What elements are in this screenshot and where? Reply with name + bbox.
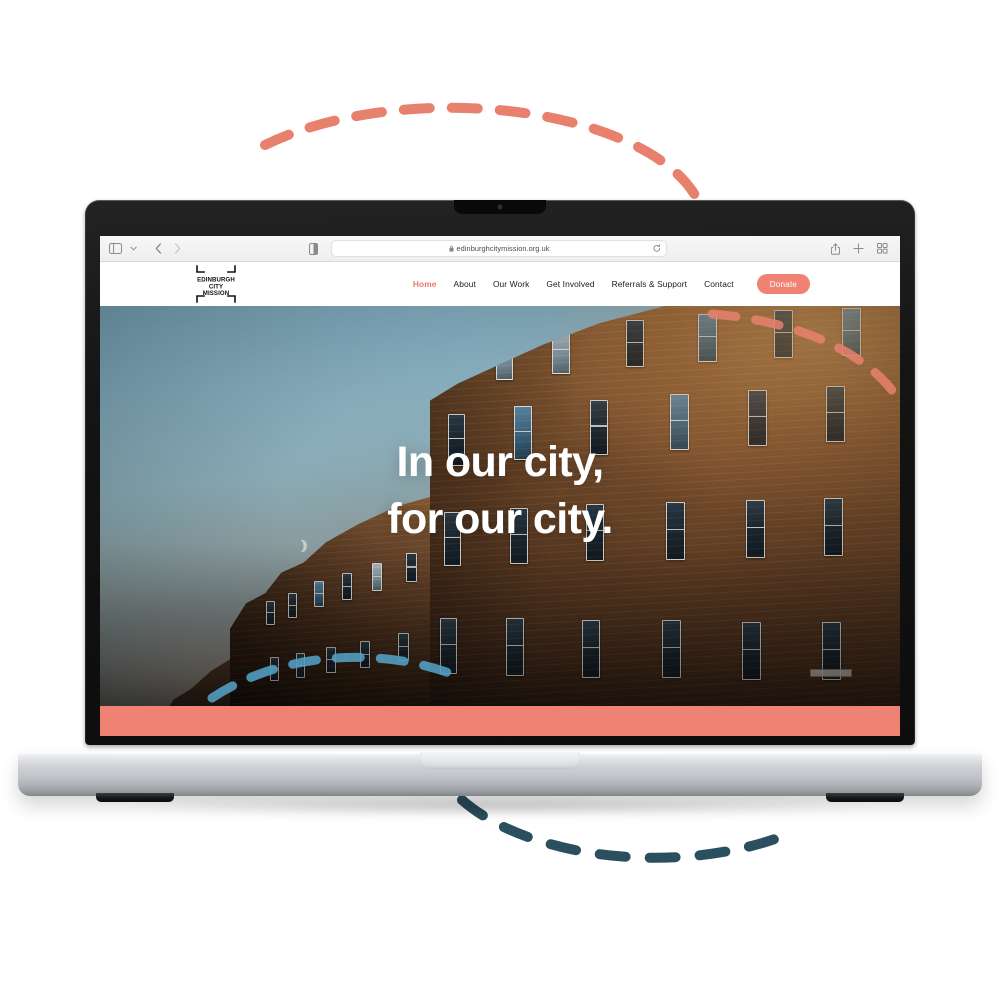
back-chevron-icon[interactable] — [152, 243, 165, 254]
address-bar-url: edinburghcitymission.org.uk — [456, 244, 550, 253]
crescent-moon — [298, 540, 307, 552]
site-header: EDINBURGH CITY MISSION Home About Our Wo… — [100, 262, 900, 306]
nav-item-home[interactable]: Home — [413, 279, 437, 289]
laptop-foot-right — [826, 793, 904, 802]
address-bar-content: edinburghcitymission.org.uk — [448, 244, 550, 253]
primary-navigation: Home About Our Work Get Involved Referra… — [413, 274, 810, 294]
lock-icon — [448, 245, 454, 252]
laptop-base — [18, 752, 982, 796]
tab-group-chevron-down-icon[interactable] — [129, 246, 138, 251]
hero-background-image — [100, 306, 900, 736]
laptop-drop-shadow — [120, 800, 880, 816]
address-bar[interactable]: edinburghcitymission.org.uk — [331, 240, 667, 257]
donate-button[interactable]: Donate — [756, 274, 810, 294]
reload-icon[interactable] — [653, 240, 661, 258]
screen-viewport: edinburghcitymission.org.uk EDINBURGH CI… — [100, 236, 900, 736]
forward-chevron-icon[interactable] — [171, 243, 184, 254]
nav-item-get-involved[interactable]: Get Involved — [546, 279, 594, 289]
nav-item-contact[interactable]: Contact — [704, 279, 734, 289]
share-icon[interactable] — [831, 242, 840, 255]
camera-notch — [454, 200, 546, 214]
base-trackpad-notch — [420, 752, 580, 769]
site-logo[interactable]: EDINBURGH CITY MISSION — [188, 264, 244, 304]
laptop-device: edinburghcitymission.org.uk EDINBURGH CI… — [0, 0, 1000, 1000]
nav-item-our-work[interactable]: Our Work — [493, 279, 529, 289]
nav-item-about[interactable]: About — [454, 279, 476, 289]
toolbar-right-icons — [831, 242, 892, 255]
mockup-canvas: edinburghcitymission.org.uk EDINBURGH CI… — [0, 0, 1000, 1000]
hero-section: In our city, for our city. — [100, 306, 900, 736]
tab-overview-icon[interactable] — [877, 243, 888, 254]
street-name-sign — [810, 669, 852, 677]
nav-item-referrals-support[interactable]: Referrals & Support — [612, 279, 687, 289]
laptop-foot-left — [96, 793, 174, 802]
webcam-icon — [498, 204, 502, 209]
reader-view-icon[interactable] — [308, 242, 319, 255]
coral-accent-band — [100, 706, 900, 736]
plus-icon[interactable] — [853, 243, 864, 254]
browser-toolbar: edinburghcitymission.org.uk — [100, 236, 900, 262]
sidebar-toggle-icon[interactable] — [108, 243, 123, 254]
logo-line-3: MISSION — [203, 290, 229, 297]
